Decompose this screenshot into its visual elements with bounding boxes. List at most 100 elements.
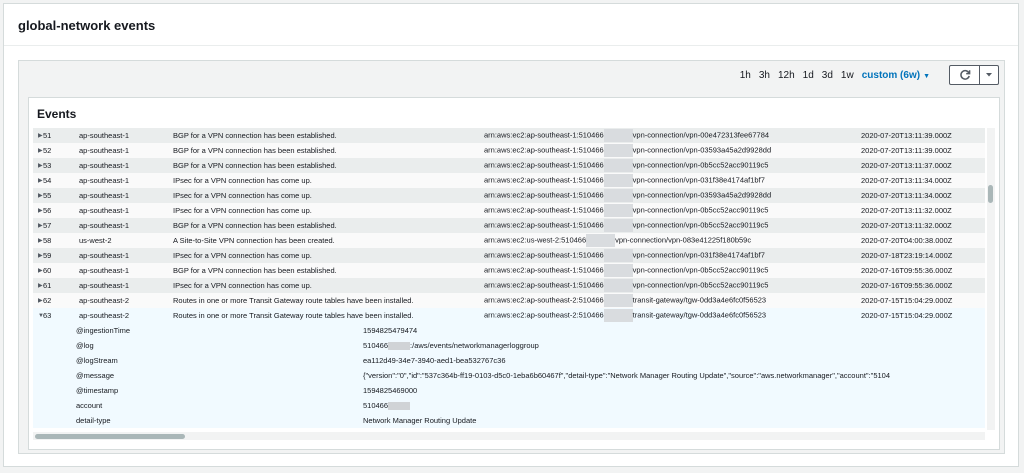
- expand-right-icon[interactable]: ▶: [33, 162, 43, 169]
- redacted-block: [603, 204, 633, 217]
- table-row[interactable]: ▶ 61 ap-southeast-1 IPsec for a VPN connect…: [33, 278, 985, 293]
- arn-suffix: vpn-connection/vpn-03593a45a2d9928dd: [632, 145, 772, 155]
- vertical-scrollbar[interactable]: [987, 128, 995, 430]
- refresh-options-dropdown[interactable]: [979, 66, 998, 84]
- detail-value-cell: 1594825469000: [363, 386, 417, 395]
- detail-key: account: [76, 401, 103, 410]
- time-cell: 2020-07-20T13:11:34.000Z: [861, 176, 952, 185]
- expand-right-icon[interactable]: ▶: [33, 177, 43, 184]
- detail-type-cell: IPsec for a VPN connection has come up.: [173, 251, 312, 260]
- time-range-options: 1h 3h 12h 1d 3d 1w custom (6w) ▼: [736, 70, 934, 81]
- redacted-block: [603, 294, 633, 307]
- region-cell: ap-southeast-1: [79, 266, 130, 275]
- arn-prefix: arn:aws:ec2:ap-southeast-1:510466: [484, 145, 604, 155]
- detail-type-cell: BGP for a VPN connection has been establ…: [173, 146, 337, 155]
- table-row[interactable]: ▶ 52 ap-southeast-1 BGP for a VPN connectio…: [33, 143, 985, 158]
- time-option-custom[interactable]: custom (6w) ▼: [858, 70, 934, 81]
- detail-type-cell: IPsec for a VPN connection has come up.: [173, 191, 312, 200]
- detail-type-cell: IPsec for a VPN connection has come up.: [173, 176, 312, 185]
- time-option-1w[interactable]: 1w: [837, 70, 858, 81]
- row-number: 55: [43, 191, 52, 200]
- redacted-block: [603, 219, 633, 232]
- time-range-toolbar: 1h 3h 12h 1d 3d 1w custom (6w) ▼: [19, 61, 1004, 91]
- detail-key: @ingestionTime: [76, 326, 131, 335]
- horizontal-scrollbar[interactable]: [33, 432, 985, 440]
- expand-right-icon[interactable]: ▶: [33, 147, 43, 154]
- table-row[interactable]: ▼ 63 ap-southeast-2 Routes in one or more T…: [33, 308, 985, 323]
- arn-suffix: vpn-connection/vpn-0b5cc52acc90119c5: [632, 220, 769, 230]
- resource-arn-cell: arn:aws:ec2:ap-southeast-1:510466 vpn-con…: [484, 204, 861, 217]
- table-row[interactable]: ▶ 55 ap-southeast-1 IPsec for a VPN connect…: [33, 188, 985, 203]
- expand-right-icon[interactable]: ▶: [33, 192, 43, 199]
- table-row[interactable]: ▶ 57 ap-southeast-1 BGP for a VPN connectio…: [33, 218, 985, 233]
- time-cell: 2020-07-20T13:11:34.000Z: [861, 191, 952, 200]
- vertical-scroll-thumb[interactable]: [988, 185, 993, 203]
- time-cell: 2020-07-16T09:55:36.000Z: [861, 266, 953, 275]
- detail-value-cell: Network Manager Routing Update: [363, 416, 476, 425]
- arn-prefix: arn:aws:ec2:ap-southeast-1:510466: [484, 175, 604, 185]
- time-cell: 2020-07-20T13:11:32.000Z: [861, 206, 952, 215]
- redacted-block: [603, 189, 633, 202]
- expand-right-icon[interactable]: ▶: [33, 252, 43, 259]
- table-row[interactable]: ▶ 56 ap-southeast-1 IPsec for a VPN connect…: [33, 203, 985, 218]
- events-panel-title: Events: [37, 107, 77, 121]
- time-option-1h[interactable]: 1h: [736, 70, 755, 81]
- table-row[interactable]: ▶ 62 ap-southeast-2 Routes in one or more T…: [33, 293, 985, 308]
- detail-value-cell: ea112d49-34e7-3940-aed1-bea532767c36: [363, 356, 506, 365]
- table-row[interactable]: ▶ 58 us-west-2 A Site-to-Site VPN connectio…: [33, 233, 985, 248]
- time-option-3h[interactable]: 3h: [755, 70, 774, 81]
- table-row[interactable]: ▶ 59 ap-southeast-1 IPsec for a VPN connect…: [33, 248, 985, 263]
- detail-type-cell: BGP for a VPN connection has been establ…: [173, 161, 337, 170]
- time-option-12h[interactable]: 12h: [774, 70, 799, 81]
- expand-right-icon[interactable]: ▶: [33, 222, 43, 229]
- row-number: 59: [43, 251, 52, 260]
- detail-value-cell: 1594825479474: [363, 326, 417, 335]
- resource-arn-cell: arn:aws:ec2:ap-southeast-1:510466 vpn-con…: [484, 219, 861, 232]
- expand-down-icon[interactable]: ▼: [33, 313, 44, 319]
- detail-row: @ingestionTime 1594825479474: [33, 323, 985, 338]
- expand-right-icon[interactable]: ▶: [33, 207, 43, 214]
- time-option-1d[interactable]: 1d: [799, 70, 818, 81]
- expand-right-icon[interactable]: ▶: [33, 282, 43, 289]
- arn-prefix: arn:aws:ec2:ap-southeast-2:510466: [484, 310, 604, 320]
- time-cell: 2020-07-20T04:00:38.000Z: [861, 236, 953, 245]
- row-number: 57: [43, 221, 52, 230]
- detail-value-suffix: :/aws/events/networkmanagerloggroup: [410, 340, 539, 350]
- detail-type-cell: Routes in one or more Transit Gateway ro…: [173, 311, 414, 320]
- detail-value: 1594825479474: [363, 326, 418, 335]
- detail-type-cell: Routes in one or more Transit Gateway ro…: [173, 296, 414, 305]
- resource-arn-cell: arn:aws:ec2:ap-southeast-1:510466 vpn-con…: [484, 279, 861, 292]
- table-row[interactable]: ▶ 54 ap-southeast-1 IPsec for a VPN connect…: [33, 173, 985, 188]
- arn-prefix: arn:aws:ec2:ap-southeast-1:510466: [484, 190, 604, 200]
- horizontal-scroll-thumb[interactable]: [35, 434, 185, 439]
- detail-key: detail-type: [76, 416, 111, 425]
- row-number: 60: [43, 266, 52, 275]
- refresh-icon: [959, 69, 970, 80]
- table-row[interactable]: ▶ 60 ap-southeast-1 BGP for a VPN connectio…: [33, 263, 985, 278]
- time-option-3d[interactable]: 3d: [818, 70, 837, 81]
- caret-down-icon: ▼: [923, 73, 930, 80]
- region-cell: ap-southeast-1: [79, 251, 130, 260]
- region-cell: us-west-2: [79, 236, 112, 245]
- expand-right-icon[interactable]: ▶: [33, 267, 43, 274]
- time-cell: 2020-07-16T09:55:36.000Z: [861, 281, 953, 290]
- table-row[interactable]: ▶ 51 ap-southeast-1 BGP for a VPN connectio…: [33, 128, 985, 143]
- refresh-button[interactable]: [950, 66, 979, 84]
- resource-arn-cell: arn:aws:ec2:ap-southeast-1:510466 vpn-con…: [484, 159, 861, 172]
- detail-value: 510466: [363, 340, 389, 350]
- table-row[interactable]: ▶ 53 ap-southeast-1 BGP for a VPN connectio…: [33, 158, 985, 173]
- caret-down-icon: [986, 73, 992, 77]
- resource-arn-cell: arn:aws:ec2:ap-southeast-2:510466 transit…: [484, 309, 861, 322]
- expand-right-icon[interactable]: ▶: [33, 132, 43, 139]
- detail-value-cell: {"version":"0","id":"537c364b-ff19-0103-…: [363, 371, 890, 380]
- redacted-block: [603, 279, 633, 292]
- redacted-block: [586, 234, 616, 247]
- detail-value: Network Manager Routing Update: [363, 416, 477, 425]
- detail-key: @logStream: [76, 356, 118, 365]
- expand-right-icon[interactable]: ▶: [33, 297, 43, 304]
- redacted-block: [603, 249, 633, 262]
- row-number: 62: [43, 296, 52, 305]
- expand-right-icon[interactable]: ▶: [33, 237, 43, 244]
- row-number: 53: [43, 161, 52, 170]
- detail-type-cell: BGP for a VPN connection has been establ…: [173, 221, 337, 230]
